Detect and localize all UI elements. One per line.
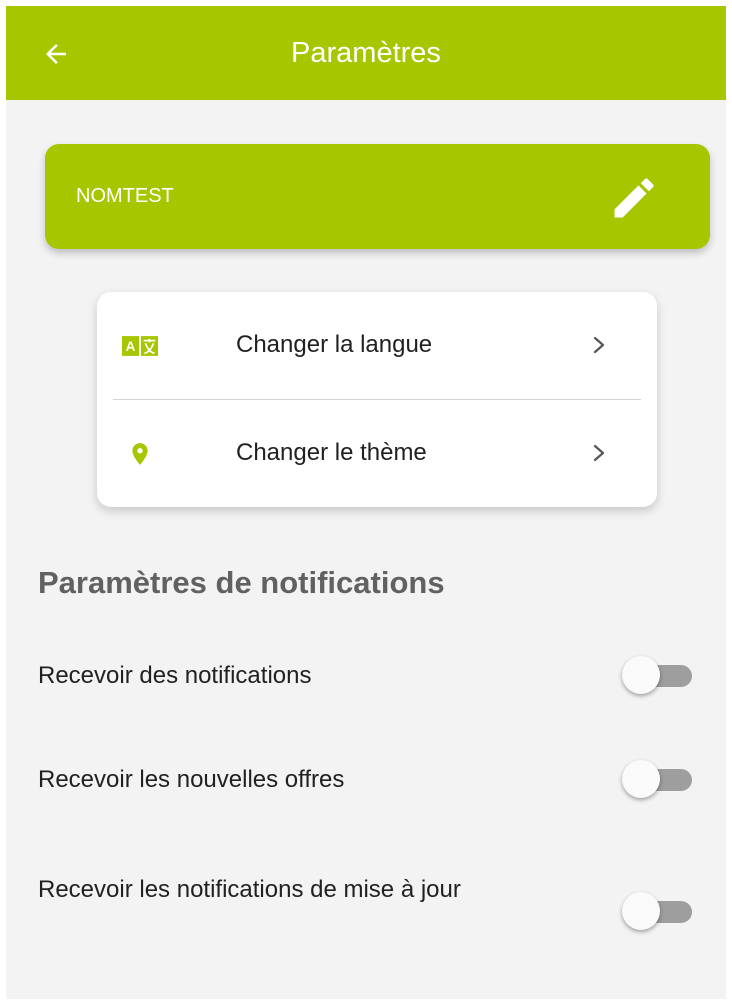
change-language-label: Changer la langue (236, 331, 433, 358)
change-theme-item[interactable]: Changer le thème (97, 400, 657, 506)
notification-label: Recevoir les nouvelles offres (38, 766, 345, 793)
settings-screen: Paramètres NOMTEST A Changer la langue C… (6, 6, 726, 999)
svg-text:A: A (126, 339, 136, 354)
notifications-section-title: Paramètres de notifications (38, 565, 445, 600)
profile-card: NOMTEST (45, 144, 710, 249)
profile-name: NOMTEST (76, 185, 174, 207)
notification-label: Recevoir les notifications de mise à jou… (38, 876, 461, 903)
receive-offers-toggle[interactable] (622, 760, 694, 798)
chevron-right-icon (593, 444, 605, 462)
map-pin-icon (122, 436, 158, 472)
app-bar: Paramètres (6, 6, 726, 100)
pencil-icon (614, 178, 654, 218)
chevron-right-icon (593, 336, 605, 354)
edit-profile-button[interactable] (604, 168, 664, 228)
change-language-item[interactable]: A Changer la langue (97, 292, 657, 398)
notification-label: Recevoir des notifications (38, 662, 312, 689)
page-title: Paramètres (291, 37, 441, 69)
settings-card: A Changer la langue Changer le thème (97, 292, 657, 507)
receive-notifications-toggle[interactable] (622, 656, 694, 694)
change-theme-label: Changer le thème (236, 439, 427, 466)
translate-icon: A (122, 328, 158, 364)
toggle-thumb (622, 760, 660, 798)
toggle-thumb (622, 656, 660, 694)
receive-updates-toggle[interactable] (622, 892, 694, 930)
toggle-thumb (622, 892, 660, 930)
